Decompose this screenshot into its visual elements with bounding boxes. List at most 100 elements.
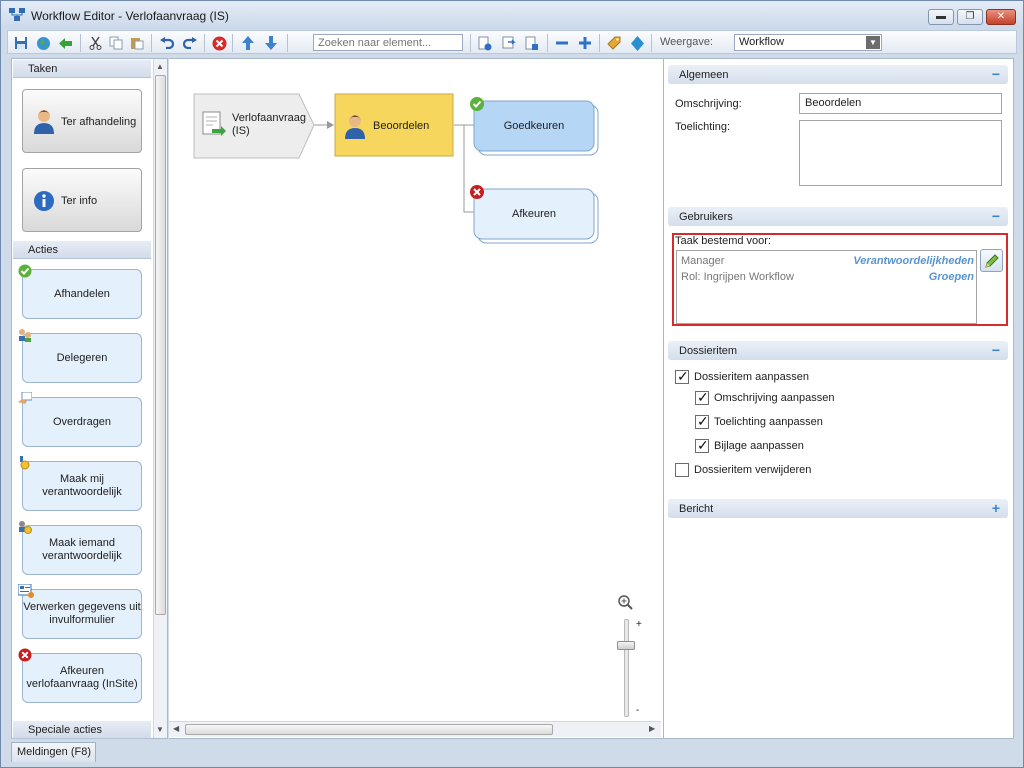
action-delegeren[interactable]: Delegeren	[22, 333, 142, 383]
redo-icon[interactable]	[181, 34, 199, 52]
section-title: Dossieritem	[679, 345, 738, 357]
zoom-slider-thumb[interactable]	[617, 641, 635, 650]
checkbox-omschrijving-aanpassen[interactable]: ✓ Omschrijving aanpassen	[695, 389, 835, 405]
section-title: Algemeen	[679, 69, 729, 81]
hand-over-icon	[18, 392, 32, 404]
move-up-icon[interactable]	[239, 34, 257, 52]
collapse-icon[interactable]: −	[992, 66, 1000, 82]
close-button[interactable]: ✕	[986, 9, 1016, 25]
move-down-icon[interactable]	[262, 34, 280, 52]
checkbox[interactable]: ✓	[695, 437, 709, 453]
action-afkeuren-verlofaanvraag[interactable]: Afkeuren verlofaanvraag (InSite)	[22, 653, 142, 703]
dossier-section-header[interactable]: Dossieritem −	[668, 341, 1008, 360]
checkbox[interactable]: ✓	[695, 413, 709, 429]
collapse-icon[interactable]: −	[992, 342, 1000, 358]
title-bar: Workflow Editor - Verlofaanvraag (IS) ▬ …	[1, 1, 1023, 29]
action-overdragen[interactable]: Overdragen	[22, 397, 142, 447]
search-input[interactable]	[313, 34, 463, 51]
document-check-icon[interactable]	[523, 34, 541, 52]
checkbox[interactable]: ✓	[695, 389, 709, 405]
globe-icon[interactable]	[34, 34, 52, 52]
checkmark-icon: ✓	[697, 389, 709, 405]
intended-users-list[interactable]: Manager Verantwoordelijkheden Rol: Ingri…	[676, 250, 977, 324]
checkbox-toelichting-aanpassen[interactable]: ✓ Toelichting aanpassen	[695, 413, 823, 429]
plus-icon[interactable]	[576, 34, 594, 52]
general-section-header[interactable]: Algemeen −	[668, 65, 1008, 84]
form-process-icon	[18, 584, 34, 598]
workflow-editor-window: Workflow Editor - Verlofaanvraag (IS) ▬ …	[0, 0, 1024, 768]
checkbox-dossieritem-aanpassen[interactable]: ✓ Dossieritem aanpassen	[675, 368, 809, 384]
expand-icon[interactable]: +	[992, 500, 1000, 516]
tasks-section-header[interactable]: Taken	[13, 60, 151, 78]
explanation-field[interactable]	[799, 120, 1002, 186]
minimize-button[interactable]: ▬	[928, 9, 954, 25]
zoom-magnifier-icon[interactable]	[618, 595, 633, 610]
workflow-app-icon	[9, 8, 25, 21]
notifications-tab[interactable]: Meldingen (F8)	[11, 742, 96, 762]
checkbox-label: Omschrijving aanpassen	[714, 392, 835, 404]
intended-label: Taak bestemd voor:	[675, 235, 771, 247]
user-name: Manager	[681, 255, 725, 267]
checkbox[interactable]	[675, 463, 689, 477]
checkbox-label: Dossieritem aanpassen	[694, 371, 809, 383]
approve-node-label: Goedkeuren	[503, 120, 565, 132]
list-item[interactable]: Manager Verantwoordelijkheden	[681, 255, 974, 267]
tag-icon[interactable]	[605, 34, 623, 52]
checkbox-label: Dossieritem verwijderen	[694, 464, 812, 476]
checkbox-label: Bijlage aanpassen	[714, 440, 804, 452]
special-actions-header[interactable]: Speciale acties	[13, 721, 151, 739]
checkbox[interactable]: ✓	[675, 368, 689, 384]
task-card-label: Ter afhandeling	[61, 116, 137, 128]
section-title: Bericht	[679, 503, 714, 515]
delete-icon[interactable]	[210, 34, 228, 52]
info-icon	[34, 191, 54, 211]
action-verwerken-gegevens[interactable]: Verwerken gegevens uit invulformulier	[22, 589, 142, 639]
zoom-slider-track[interactable]	[624, 619, 629, 717]
scrollbar-thumb[interactable]	[155, 75, 166, 615]
workflow-canvas[interactable]: Verlofaanvraag (IS) Beoordelen Goedkeure…	[169, 58, 663, 739]
document-info-icon[interactable]	[476, 34, 494, 52]
scroll-left-arrow[interactable]: ◀	[173, 724, 179, 733]
cut-icon[interactable]	[86, 34, 104, 52]
checkbox-bijlage-aanpassen[interactable]: ✓ Bijlage aanpassen	[695, 437, 804, 453]
back-arrow-icon[interactable]	[56, 34, 74, 52]
main-toolbar: Weergave: Workflow ▼	[7, 30, 1017, 54]
checkbox-dossieritem-verwijderen[interactable]: Dossieritem verwijderen	[675, 463, 811, 477]
copy-icon[interactable]	[107, 34, 125, 52]
collapse-icon[interactable]: −	[992, 208, 1000, 224]
delegate-icon	[19, 329, 31, 342]
description-field[interactable]: Beoordelen	[799, 93, 1002, 114]
reject-badge-icon	[18, 648, 32, 662]
checkmark-icon: ✓	[697, 437, 709, 453]
action-maak-mij-verantwoordelijk[interactable]: Maak mij verantwoordelijk	[22, 461, 142, 511]
document-forward-icon[interactable]	[500, 34, 518, 52]
reject-badge-icon	[470, 185, 484, 199]
chevron-down-icon[interactable]: ▼	[866, 36, 880, 49]
users-section-header[interactable]: Gebruikers −	[668, 207, 1008, 226]
description-label: Omschrijving:	[675, 98, 742, 110]
save-icon[interactable]	[12, 34, 30, 52]
action-afhandelen[interactable]: Afhandelen	[22, 269, 142, 319]
minus-icon[interactable]	[553, 34, 571, 52]
left-panel-scrollbar[interactable]: ▲ ▼	[153, 59, 167, 738]
task-card-ter-afhandeling[interactable]: Ter afhandeling	[22, 89, 142, 153]
diamond-icon[interactable]	[628, 34, 646, 52]
scroll-up-arrow[interactable]: ▲	[156, 62, 164, 71]
scroll-right-arrow[interactable]: ▶	[649, 724, 655, 733]
paste-icon[interactable]	[128, 34, 146, 52]
checkmark-icon: ✓	[697, 413, 709, 429]
view-select[interactable]: Workflow ▼	[734, 34, 882, 51]
action-maak-iemand-verantwoordelijk[interactable]: Maak iemand verantwoordelijk	[22, 525, 142, 575]
edit-users-button[interactable]	[980, 249, 1003, 272]
task-card-ter-info[interactable]: Ter info	[22, 168, 142, 232]
undo-icon[interactable]	[158, 34, 176, 52]
list-item[interactable]: Rol: Ingrijpen Workflow Groepen	[681, 271, 974, 283]
scrollbar-thumb[interactable]	[185, 724, 553, 735]
message-section-header[interactable]: Bericht +	[668, 499, 1008, 518]
actions-section-header[interactable]: Acties	[13, 241, 151, 259]
intended-users-box: Taak bestemd voor: Manager Verantwoordel…	[672, 233, 1008, 326]
canvas-horizontal-scrollbar[interactable]: ◀ ▶	[169, 721, 661, 737]
scroll-down-arrow[interactable]: ▼	[156, 725, 164, 734]
restore-button[interactable]: ❐	[957, 9, 983, 25]
pencil-icon	[985, 254, 999, 268]
